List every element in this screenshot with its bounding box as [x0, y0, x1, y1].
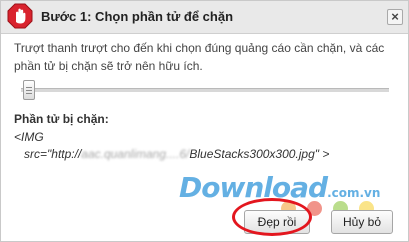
block-element-dialog: Bước 1: Chọn phần tử để chặn × Trượt tha…: [0, 0, 409, 242]
code-src-blurred: aac.quanlimang....6/: [81, 147, 190, 161]
watermark-tld: .com.vn: [327, 186, 381, 200]
cancel-button[interactable]: Hủy bỏ: [331, 210, 393, 234]
dialog-title: Bước 1: Chọn phần tử để chặn: [41, 9, 234, 24]
element-slider[interactable]: [21, 80, 389, 100]
code-src-prefix: src="http://: [24, 147, 82, 161]
grip-line: [26, 93, 32, 94]
instruction-text: Trượt thanh trượt cho đến khi chọn đúng …: [14, 41, 385, 73]
grip-line: [26, 87, 32, 88]
grip-line: [26, 90, 32, 91]
blocked-element-code: <IMG src="http://aac.quanlimang....6/Blu…: [14, 129, 394, 163]
dialog-titlebar: Bước 1: Chọn phần tử để chặn ×: [1, 1, 408, 34]
code-line-2: src="http://aac.quanlimang....6/BlueStac…: [14, 146, 394, 163]
code-line-1: <IMG: [14, 130, 44, 144]
close-button[interactable]: ×: [387, 9, 403, 25]
close-icon: ×: [391, 9, 399, 24]
slider-thumb[interactable]: [23, 80, 35, 100]
slider-track[interactable]: [21, 88, 389, 92]
code-src-suffix: BlueStacks300x300.jpg" >: [189, 147, 330, 161]
ok-button[interactable]: Đẹp rồi: [244, 210, 310, 234]
stop-hand-icon: [7, 3, 33, 29]
blocked-element-label: Phần tử bị chặn:: [14, 112, 109, 126]
